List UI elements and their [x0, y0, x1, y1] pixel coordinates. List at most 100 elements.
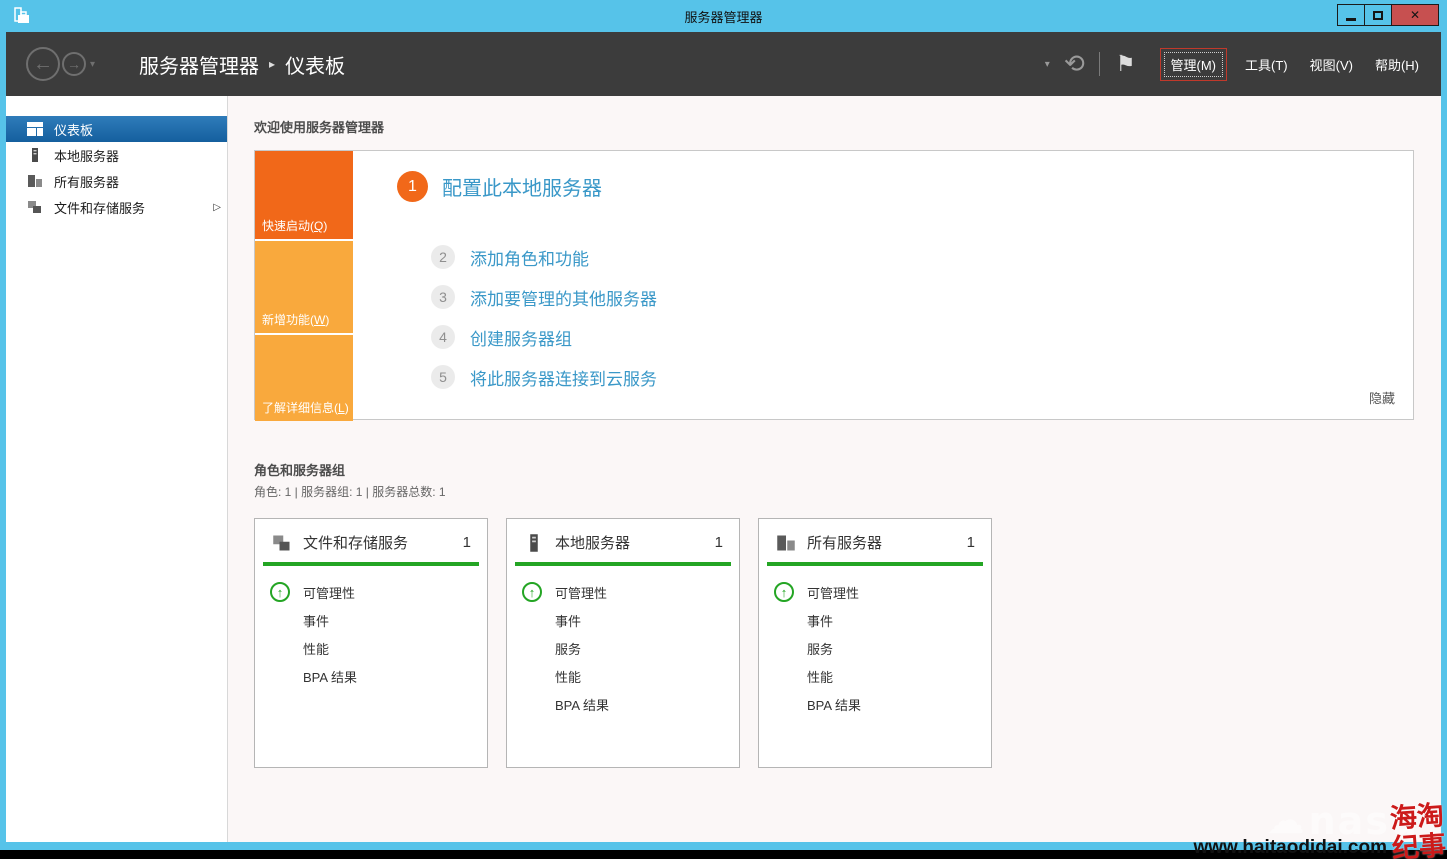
welcome-tile-body: 1 配置此本地服务器 2 添加角色和功能 3 添加要管理的其他 — [353, 151, 1413, 419]
row-bpa-results[interactable]: BPA 结果 — [521, 690, 739, 718]
window-title: 服务器管理器 — [0, 7, 1447, 26]
row-label: 性能 — [807, 667, 833, 686]
row-label: 可管理性 — [807, 583, 859, 602]
row-label: 服务 — [555, 639, 581, 658]
breadcrumb-root[interactable]: 服务器管理器 — [139, 50, 259, 79]
row-manageability[interactable]: ↑ 可管理性 — [269, 578, 487, 606]
window-controls: ✕ — [1337, 4, 1439, 26]
breadcrumb-current: 仪表板 — [285, 50, 345, 79]
close-button[interactable]: ✕ — [1391, 4, 1439, 26]
sidebar-item-label: 仪表板 — [54, 120, 93, 139]
notifications-caret-icon[interactable]: ▾ — [1045, 59, 1050, 70]
card-header: 所有服务器 1 — [759, 519, 991, 562]
row-services[interactable]: 服务 — [521, 634, 739, 662]
step-configure-local-server[interactable]: 1 配置此本地服务器 — [397, 171, 602, 202]
breadcrumb: 服务器管理器 ▸ 仪表板 — [139, 50, 345, 79]
titlebar: 服务器管理器 ✕ — [0, 0, 1447, 32]
sidebar-item-all-servers[interactable]: 所有服务器 — [6, 168, 227, 194]
app-header: ← → ▾ 服务器管理器 ▸ 仪表板 ▾ ⟲ ⚑ 管理(M) 工具(T) — [6, 32, 1441, 96]
menu-help[interactable]: 帮助(H) — [1371, 49, 1423, 80]
minimize-icon — [1346, 18, 1356, 21]
row-performance[interactable]: 性能 — [521, 662, 739, 690]
tab-learn-more[interactable]: 了解详细信息(L) — [255, 335, 353, 421]
up-arrow-icon: ↑ — [269, 581, 291, 603]
minimize-button[interactable] — [1337, 4, 1364, 26]
dashboard-icon — [26, 122, 44, 136]
card-local-server: 本地服务器 1 ↑ 可管理性 — [506, 518, 740, 768]
welcome-tile-tabs: 快速启动(Q) 新增功能(W) 了解详细信息(L) — [255, 151, 353, 419]
step-add-roles-features[interactable]: 2 添加角色和功能 — [431, 237, 657, 277]
row-services[interactable]: 服务 — [773, 634, 991, 662]
back-button[interactable]: ← — [26, 47, 60, 81]
up-arrow-icon: ↑ — [773, 581, 795, 603]
step-number-badge: 5 — [431, 365, 455, 389]
card-all-servers: 所有服务器 1 ↑ 可管理性 — [758, 518, 992, 768]
menu-tools[interactable]: 工具(T) — [1241, 49, 1292, 80]
row-label: BPA 结果 — [807, 695, 861, 714]
row-performance[interactable]: 性能 — [269, 634, 487, 662]
card-title[interactable]: 本地服务器 — [555, 532, 630, 553]
header-divider — [1099, 52, 1100, 76]
step-add-other-servers[interactable]: 3 添加要管理的其他服务器 — [431, 277, 657, 317]
row-manageability[interactable]: ↑ 可管理性 — [773, 578, 991, 606]
tab-quick-start[interactable]: 快速启动(Q) — [255, 151, 353, 239]
servers-icon — [775, 533, 797, 553]
row-label: 性能 — [555, 667, 581, 686]
window-frame: ← → ▾ 服务器管理器 ▸ 仪表板 ▾ ⟲ ⚑ 管理(M) 工具(T) — [6, 32, 1441, 842]
card-title[interactable]: 所有服务器 — [807, 532, 882, 553]
row-label: BPA 结果 — [303, 667, 357, 686]
step-number-badge: 1 — [397, 171, 428, 202]
step-link: 配置此本地服务器 — [442, 172, 602, 201]
notifications-flag-icon[interactable]: ⚑ — [1116, 51, 1136, 77]
row-events[interactable]: 事件 — [773, 606, 991, 634]
row-label: 事件 — [555, 611, 581, 630]
server-icon — [26, 147, 44, 163]
row-label: 事件 — [807, 611, 833, 630]
maximize-button[interactable] — [1364, 4, 1391, 26]
expand-arrow-icon[interactable]: ▷ — [213, 202, 221, 213]
sidebar-item-dashboard[interactable]: 仪表板 — [6, 116, 227, 142]
card-title[interactable]: 文件和存储服务 — [303, 532, 408, 553]
tab-whats-new[interactable]: 新增功能(W) — [255, 241, 353, 333]
row-events[interactable]: 事件 — [521, 606, 739, 634]
row-performance[interactable]: 性能 — [773, 662, 991, 690]
roles-section-title: 角色和服务器组 — [254, 460, 1441, 479]
storage-services-icon — [271, 533, 293, 553]
step-link: 添加要管理的其他服务器 — [470, 285, 657, 310]
nav-history-caret-icon[interactable]: ▾ — [90, 59, 95, 70]
card-rows: ↑ 可管理性 事件 服务 — [759, 566, 991, 718]
refresh-icon[interactable]: ⟲ — [1064, 52, 1085, 77]
role-cards: 文件和存储服务 1 ↑ 可管理性 — [254, 518, 1441, 768]
sidebar-item-label: 文件和存储服务 — [54, 198, 145, 217]
sidebar-item-file-storage[interactable]: 文件和存储服务 ▷ — [6, 194, 227, 220]
sidebar-item-local-server[interactable]: 本地服务器 — [6, 142, 227, 168]
tab-label: 快速启动(Q) — [262, 217, 327, 234]
welcome-tile: 快速启动(Q) 新增功能(W) 了解详细信息(L) 1 — [254, 150, 1414, 420]
storage-services-icon — [26, 199, 44, 215]
menu-view[interactable]: 视图(V) — [1306, 49, 1357, 80]
content-pane: 欢迎使用服务器管理器 快速启动(Q) 新增功能(W) 了解详细信息(L) — [228, 96, 1441, 842]
row-manageability[interactable]: ↑ 可管理性 — [521, 578, 739, 606]
breadcrumb-separator-icon: ▸ — [269, 57, 275, 71]
tab-label: 了解详细信息(L) — [262, 399, 349, 416]
card-count: 1 — [463, 534, 471, 551]
card-header: 文件和存储服务 1 — [255, 519, 487, 562]
forward-button[interactable]: → — [62, 52, 86, 76]
row-label: 服务 — [807, 639, 833, 658]
hide-link[interactable]: 隐藏 — [1369, 388, 1395, 407]
sidebar: 仪表板 本地服务器 — [6, 96, 228, 842]
card-header: 本地服务器 1 — [507, 519, 739, 562]
step-create-server-group[interactable]: 4 创建服务器组 — [431, 317, 657, 357]
card-rows: ↑ 可管理性 事件 性能 — [255, 566, 487, 690]
welcome-steps: 2 添加角色和功能 3 添加要管理的其他服务器 4 创建服务器组 — [431, 237, 657, 397]
row-bpa-results[interactable]: BPA 结果 — [773, 690, 991, 718]
step-number-badge: 2 — [431, 245, 455, 269]
maximize-icon — [1373, 11, 1383, 20]
menu-manage[interactable]: 管理(M) — [1160, 48, 1228, 81]
up-arrow-icon: ↑ — [521, 581, 543, 603]
step-connect-cloud-services[interactable]: 5 将此服务器连接到云服务 — [431, 357, 657, 397]
row-bpa-results[interactable]: BPA 结果 — [269, 662, 487, 690]
row-events[interactable]: 事件 — [269, 606, 487, 634]
server-manager-window: 服务器管理器 ✕ ← → ▾ 服务器管理器 ▸ 仪表板 — [0, 0, 1447, 850]
server-icon — [523, 533, 545, 553]
